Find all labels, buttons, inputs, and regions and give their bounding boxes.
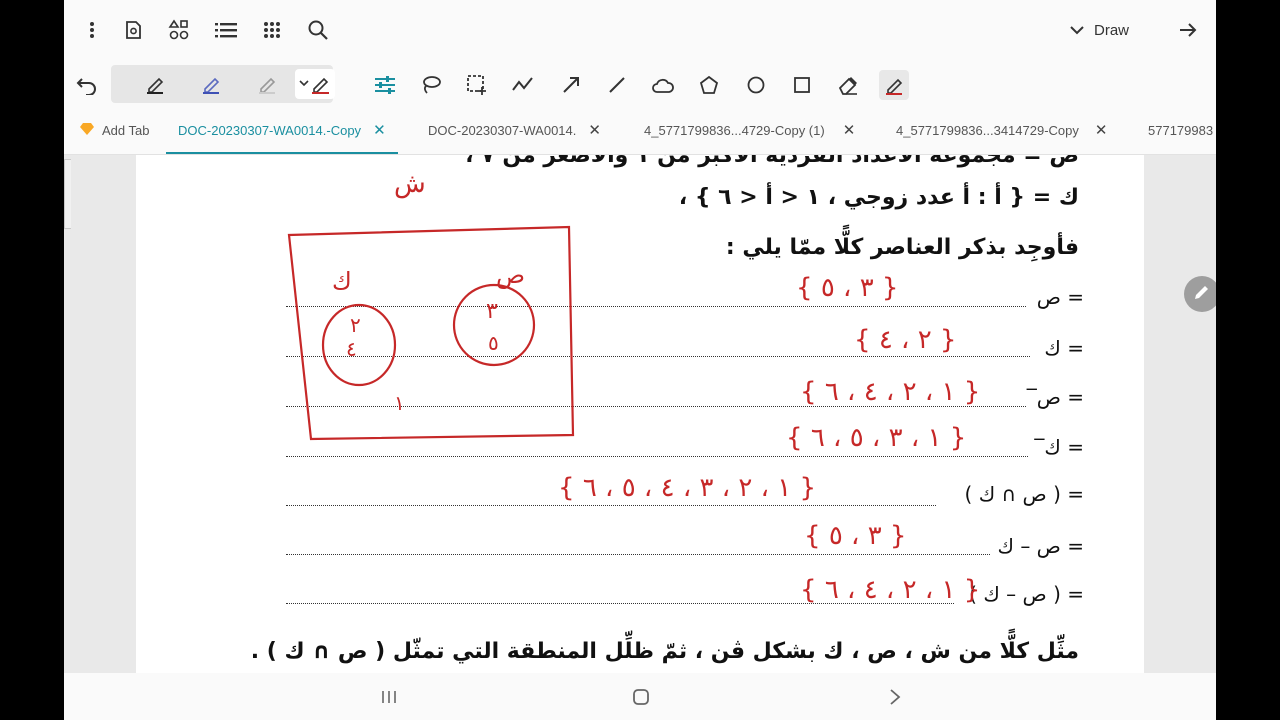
- venn-universal-label: ش: [394, 169, 426, 199]
- instruction-text: فأوجِد بذكر العناصر كلًّا ممّا يلي :: [725, 235, 1079, 260]
- tab-copy-1[interactable]: 4_5771799836...4729-Copy (1) ✕: [644, 108, 855, 152]
- draw-mode-label: Draw: [1094, 21, 1130, 39]
- select-rect-icon[interactable]: [462, 70, 492, 100]
- answer-ink: { ٣ ، ٥ }: [796, 273, 899, 303]
- side-panel-handle[interactable]: [64, 159, 71, 229]
- answer-line: [286, 456, 1028, 457]
- pencil-icon: [1193, 283, 1211, 305]
- expr-difference: ص – ك =: [997, 534, 1084, 558]
- answer-ink: { ١ ، ٢ ، ٤ ، ٦ }: [800, 377, 981, 407]
- tab-label: Add Tab: [102, 122, 150, 138]
- tab-copy[interactable]: 4_5771799836...3414729-Copy ✕: [896, 108, 1107, 152]
- tab-label: DOC-20230307-WA0014.: [428, 122, 577, 138]
- tab-label: 4_5771799836...4729-Copy (1): [644, 122, 825, 138]
- close-icon[interactable]: ✕: [588, 121, 601, 139]
- close-icon[interactable]: ✕: [373, 121, 386, 139]
- eraser-icon[interactable]: [833, 70, 863, 100]
- pentagon-icon[interactable]: [694, 70, 724, 100]
- venn-diagram: [287, 225, 575, 441]
- answer-ink: { ٢ ، ٤ }: [854, 325, 957, 355]
- square-icon[interactable]: [787, 70, 817, 100]
- expr-s: ص =: [1036, 285, 1084, 309]
- text-line-1: ص = مجموعة الأعداد الفردية الأكبر من ١ و…: [465, 155, 1079, 168]
- tab-partial[interactable]: 577179983: [1148, 108, 1213, 152]
- answer-ink: { ١ ، ٣ ، ٥ ، ٦ }: [786, 423, 967, 453]
- system-nav-bar: [64, 673, 1216, 720]
- undo-icon[interactable]: [72, 70, 102, 100]
- line-icon[interactable]: [602, 70, 632, 100]
- answer-line: [286, 505, 936, 506]
- tab-label: DOC-20230307-WA0014.-Copy: [178, 122, 362, 138]
- tab-label: 577179983: [1148, 122, 1214, 138]
- answer-ink: { ٣ ، ٥ }: [804, 521, 907, 551]
- venn-left-label: ك: [332, 267, 352, 295]
- venn-left-element: ٢: [350, 313, 361, 337]
- expr-k-complement: ك̅ =: [1044, 435, 1084, 459]
- venn-right-element: ٥: [488, 331, 499, 355]
- answer-line: [286, 554, 990, 555]
- pen-toolbar: [64, 62, 1216, 108]
- more-vert-icon[interactable]: [78, 16, 106, 44]
- pen-black-icon[interactable]: [139, 69, 171, 99]
- document-area[interactable]: ص = مجموعة الأعداد الفردية الأكبر من ١ و…: [64, 155, 1216, 673]
- venn-universal-rect: [287, 225, 575, 441]
- document-page[interactable]: ص = مجموعة الأعداد الفردية الأكبر من ١ و…: [136, 155, 1144, 673]
- tab-doc-copy[interactable]: DOC-20230307-WA0014.-Copy ✕: [166, 108, 398, 154]
- venn-right-label: ص: [496, 261, 526, 289]
- top-toolbar: Draw: [64, 0, 1216, 62]
- scribble-icon[interactable]: [508, 70, 538, 100]
- page-settings-icon[interactable]: [119, 16, 147, 44]
- close-icon[interactable]: ✕: [843, 121, 856, 139]
- venn-left-element: ٤: [346, 337, 357, 361]
- back-icon[interactable]: [880, 683, 910, 711]
- app-window: Draw Add Tab DOC-20230307-WA0014.-Copy ✕…: [64, 0, 1216, 720]
- expr-difference-complement: ( ص – ك ) =: [969, 582, 1084, 606]
- tab-add[interactable]: Add Tab: [80, 108, 149, 152]
- circle-icon[interactable]: [741, 70, 771, 100]
- pen-light-icon[interactable]: [251, 69, 283, 99]
- adjust-icon[interactable]: [370, 70, 400, 100]
- tab-label: 4_5771799836...3414729-Copy: [896, 122, 1079, 138]
- home-icon[interactable]: [626, 683, 656, 711]
- venn-right-element: ٣: [486, 299, 498, 324]
- cloud-icon[interactable]: [648, 70, 678, 100]
- search-icon[interactable]: [304, 16, 332, 44]
- add-tab-icon: [80, 122, 94, 139]
- edit-fab-button[interactable]: [1184, 276, 1216, 312]
- arrow-forward-icon[interactable]: [1174, 16, 1202, 44]
- venn-outside-element: ١: [394, 391, 405, 415]
- list-icon[interactable]: [212, 16, 240, 44]
- text-line-2: ك = { أ : أ عدد زوجي ، ١ < أ < ٦ } ،: [678, 185, 1079, 210]
- answer-ink: { ١ ، ٢ ، ٤ ، ٦ }: [800, 575, 981, 605]
- expr-k: ك =: [1044, 336, 1084, 360]
- close-icon[interactable]: ✕: [1095, 121, 1108, 139]
- expr-intersection-complement: ( ص ∩ ك ) =: [964, 482, 1084, 506]
- arrow-icon[interactable]: [556, 70, 586, 100]
- draw-mode-dropdown[interactable]: Draw: [1070, 16, 1129, 44]
- chevron-down-icon: [1070, 22, 1084, 39]
- pen-group: [111, 65, 335, 103]
- recent-apps-icon[interactable]: [374, 683, 404, 711]
- pen-red-icon[interactable]: [295, 69, 335, 99]
- shapes-icon[interactable]: [165, 16, 193, 44]
- tab-bar: Add Tab DOC-20230307-WA0014.-Copy ✕ DOC-…: [64, 108, 1216, 155]
- last-instruction: مثِّل كلًّا من ش ، ص ، ك بشكل ڤن ، ثمّ ظ…: [250, 639, 1079, 664]
- tab-doc[interactable]: DOC-20230307-WA0014. ✕: [428, 108, 601, 152]
- apps-grid-icon[interactable]: [258, 16, 286, 44]
- highlighter-icon[interactable]: [879, 70, 909, 100]
- answer-ink: { ١ ، ٢ ، ٣ ، ٤ ، ٥ ، ٦ }: [558, 473, 817, 503]
- expr-s-complement: ص̅ =: [1036, 385, 1084, 409]
- lasso-icon[interactable]: [416, 70, 446, 100]
- pen-blue-icon[interactable]: [195, 69, 227, 99]
